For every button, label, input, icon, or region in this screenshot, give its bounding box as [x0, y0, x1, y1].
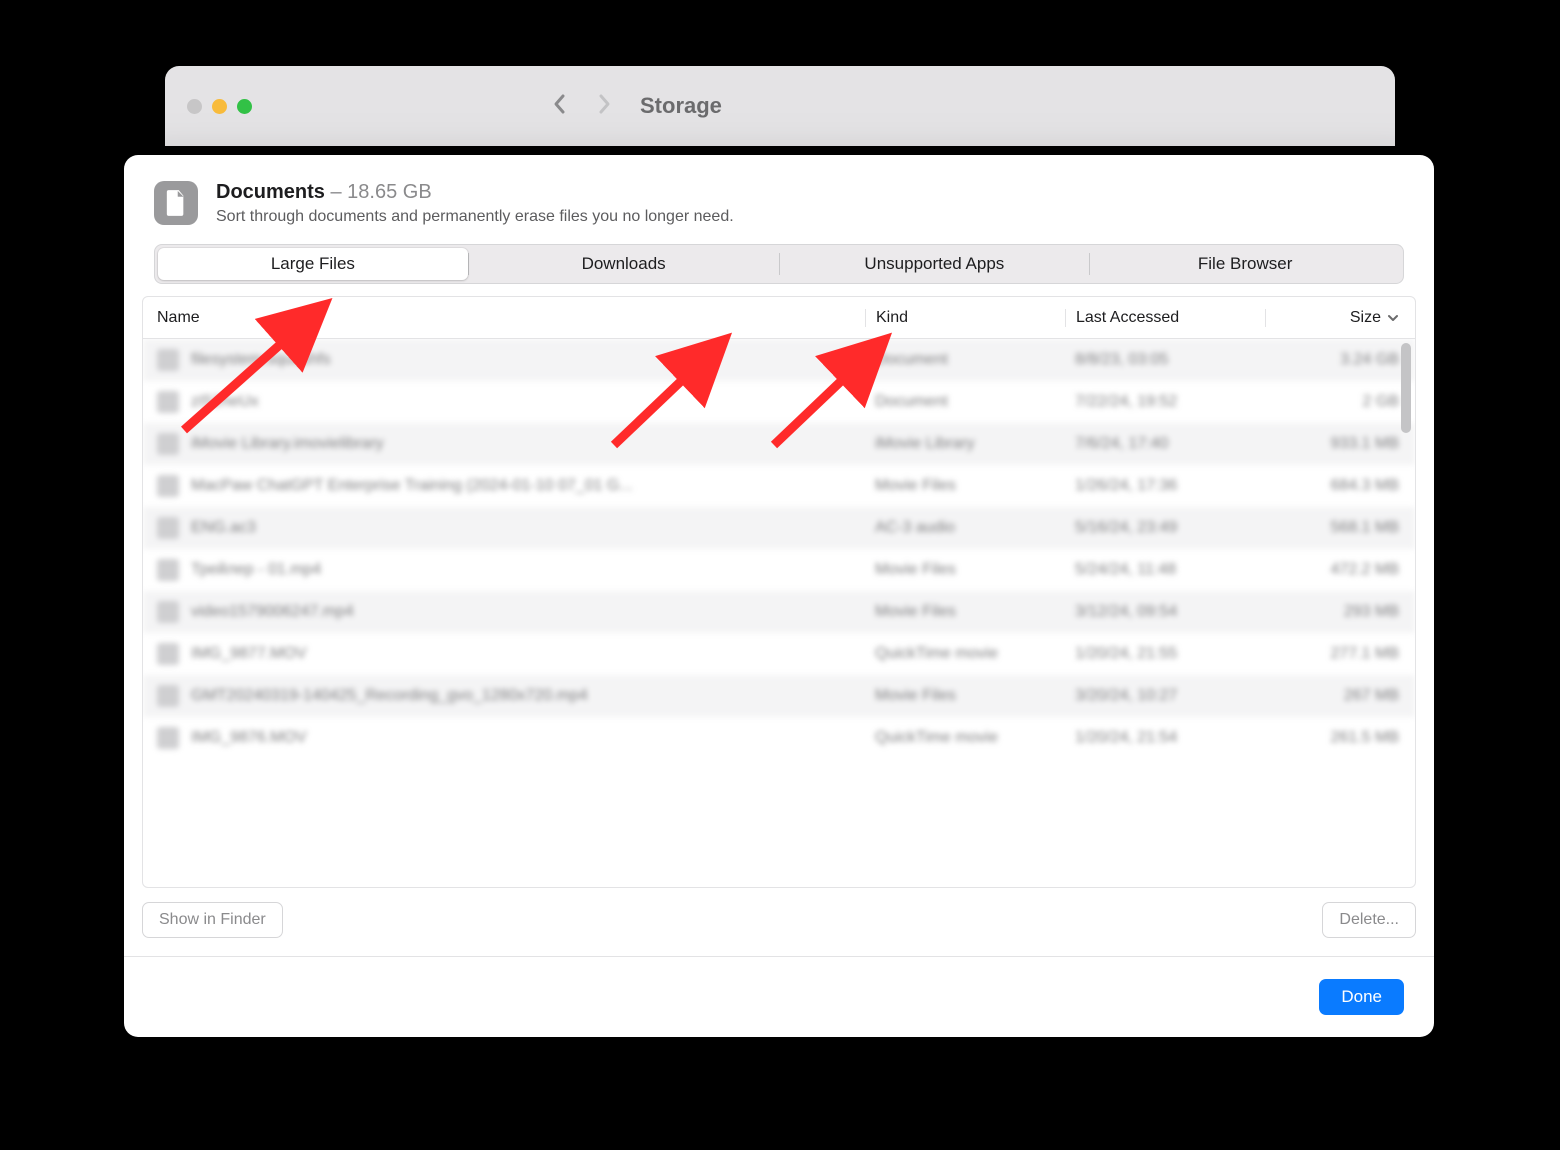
file-size: 3.24 GB — [1265, 351, 1405, 369]
file-icon — [157, 727, 179, 749]
table-row[interactable]: zI52heUxDocument7/22/24, 19:522 GB — [143, 381, 1415, 423]
file-name: IMG_9877.MOV — [191, 645, 865, 663]
delete-button[interactable]: Delete... — [1322, 902, 1416, 938]
parent-window-title: Storage — [640, 93, 722, 119]
column-size[interactable]: Size — [1265, 309, 1405, 327]
file-name: Трейлер - 01.mp4 — [191, 561, 865, 579]
table-row[interactable]: ENG.ac3AC-3 audio5/16/24, 23:49568.1 MB — [143, 507, 1415, 549]
file-kind: QuickTime movie — [865, 729, 1065, 747]
nav-buttons — [552, 92, 612, 121]
table-header: Name Kind Last Accessed Size — [143, 297, 1415, 339]
chevron-down-icon — [1387, 312, 1399, 324]
file-last-accessed: 5/24/24, 11:48 — [1065, 561, 1265, 579]
table-row[interactable]: IMG_9876.MOVQuickTime movie1/20/24, 21:5… — [143, 717, 1415, 759]
forward-button[interactable] — [596, 92, 612, 121]
table-row[interactable]: video1579006247.mp4Movie Files3/12/24, 0… — [143, 591, 1415, 633]
file-icon — [157, 517, 179, 539]
table-row[interactable]: Трейлер - 01.mp4Movie Files5/24/24, 11:4… — [143, 549, 1415, 591]
table-row[interactable]: GMT20240319-140425_Recording_gvo_1280x72… — [143, 675, 1415, 717]
table-body: filesystem.squashfsDocument8/8/23, 03:05… — [143, 339, 1415, 887]
minimize-icon[interactable] — [212, 99, 227, 114]
file-kind: AC-3 audio — [865, 519, 1065, 537]
close-icon[interactable] — [187, 99, 202, 114]
table-row[interactable]: filesystem.squashfsDocument8/8/23, 03:05… — [143, 339, 1415, 381]
file-table: Name Kind Last Accessed Size filesystem.… — [142, 296, 1416, 888]
sheet-header: Documents – 18.65 GB Sort through docume… — [124, 155, 1434, 244]
table-row[interactable]: IMG_9877.MOVQuickTime movie1/20/24, 21:5… — [143, 633, 1415, 675]
title-separator: – — [330, 181, 347, 203]
file-kind: Document — [865, 393, 1065, 411]
sheet-title-row: Documents – 18.65 GB — [216, 181, 734, 204]
sheet-subtitle: Sort through documents and permanently e… — [216, 208, 734, 226]
file-last-accessed: 8/8/23, 03:05 — [1065, 351, 1265, 369]
file-name: IMG_9876.MOV — [191, 729, 865, 747]
file-icon — [157, 349, 179, 371]
file-name: video1579006247.mp4 — [191, 603, 865, 621]
file-icon — [157, 601, 179, 623]
tab-unsupported-apps[interactable]: Unsupported Apps — [780, 248, 1090, 280]
table-row[interactable]: iMovie Library.imovielibraryiMovie Libra… — [143, 423, 1415, 465]
parent-window-titlebar: Storage — [165, 66, 1395, 146]
file-size: 568.1 MB — [1265, 519, 1405, 537]
file-kind: QuickTime movie — [865, 645, 1065, 663]
file-icon — [157, 391, 179, 413]
file-icon — [157, 643, 179, 665]
file-name: GMT20240319-140425_Recording_gvo_1280x72… — [191, 687, 865, 705]
sheet-footer: Done — [124, 956, 1434, 1037]
done-button[interactable]: Done — [1319, 979, 1404, 1015]
file-size: 267 MB — [1265, 687, 1405, 705]
show-in-finder-button[interactable]: Show in Finder — [142, 902, 283, 938]
tab-file-browser[interactable]: File Browser — [1090, 248, 1400, 280]
file-icon — [157, 475, 179, 497]
file-icon — [157, 559, 179, 581]
file-kind: Movie Files — [865, 687, 1065, 705]
file-kind: Movie Files — [865, 561, 1065, 579]
file-size: 293 MB — [1265, 603, 1405, 621]
file-last-accessed: 5/16/24, 23:49 — [1065, 519, 1265, 537]
file-size: 933.1 MB — [1265, 435, 1405, 453]
file-size: 472.2 MB — [1265, 561, 1405, 579]
file-size: 2 GB — [1265, 393, 1405, 411]
file-kind: Movie Files — [865, 477, 1065, 495]
table-actions: Show in Finder Delete... — [124, 888, 1434, 956]
file-kind: Movie Files — [865, 603, 1065, 621]
column-name[interactable]: Name — [157, 309, 865, 327]
table-row[interactable]: MacPaw ChatGPT Enterprise Training (2024… — [143, 465, 1415, 507]
file-last-accessed: 3/12/24, 09:54 — [1065, 603, 1265, 621]
tab-large-files[interactable]: Large Files — [158, 248, 468, 280]
file-last-accessed: 7/6/24, 17:40 — [1065, 435, 1265, 453]
file-name: filesystem.squashfs — [191, 351, 865, 369]
tab-downloads[interactable]: Downloads — [469, 248, 779, 280]
sheet-size: 18.65 GB — [347, 181, 432, 203]
column-last-accessed[interactable]: Last Accessed — [1065, 309, 1265, 327]
scrollbar-thumb[interactable] — [1401, 343, 1411, 433]
documents-sheet: Documents – 18.65 GB Sort through docume… — [124, 155, 1434, 1037]
file-last-accessed: 1/20/24, 21:55 — [1065, 645, 1265, 663]
file-last-accessed: 7/22/24, 19:52 — [1065, 393, 1265, 411]
file-last-accessed: 1/20/24, 21:54 — [1065, 729, 1265, 747]
documents-icon — [154, 181, 198, 225]
file-last-accessed: 1/26/24, 17:36 — [1065, 477, 1265, 495]
file-size: 684.3 MB — [1265, 477, 1405, 495]
file-icon — [157, 685, 179, 707]
back-button[interactable] — [552, 92, 568, 121]
traffic-lights — [187, 99, 252, 114]
file-kind: Document — [865, 351, 1065, 369]
sheet-title: Documents — [216, 181, 325, 203]
file-icon — [157, 433, 179, 455]
column-size-label: Size — [1350, 309, 1381, 327]
file-name: zI52heUx — [191, 393, 865, 411]
file-size: 261.5 MB — [1265, 729, 1405, 747]
file-kind: iMovie Library — [865, 435, 1065, 453]
file-name: MacPaw ChatGPT Enterprise Training (2024… — [191, 477, 865, 495]
file-name: ENG.ac3 — [191, 519, 865, 537]
tab-segmented-control: Large Files Downloads Unsupported Apps F… — [154, 244, 1404, 284]
file-name: iMovie Library.imovielibrary — [191, 435, 865, 453]
file-last-accessed: 3/20/24, 10:27 — [1065, 687, 1265, 705]
file-size: 277.1 MB — [1265, 645, 1405, 663]
column-kind[interactable]: Kind — [865, 309, 1065, 327]
zoom-icon[interactable] — [237, 99, 252, 114]
